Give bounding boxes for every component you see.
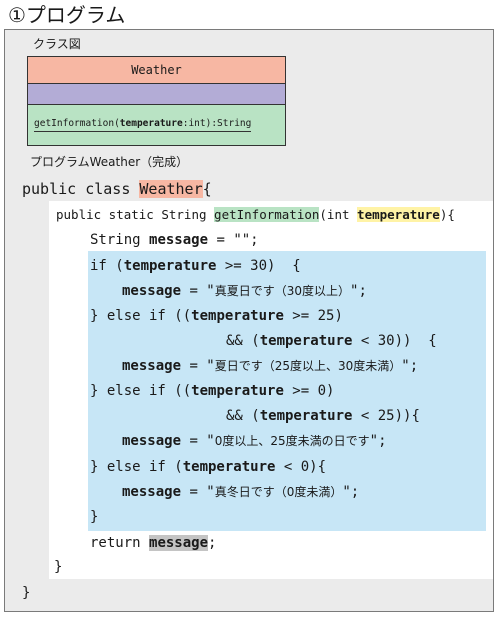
code-line-decl: String message = "";: [90, 232, 259, 248]
code-line-assign4: message = "真冬日です（0度未満）";: [122, 484, 360, 500]
code-line-return: return message;: [90, 535, 217, 551]
class-name-highlight: Weather: [139, 180, 203, 198]
code-line-close-class: }: [22, 585, 31, 601]
operation-signature: getInformation(temperature:int):String: [34, 117, 252, 132]
class-attributes: [28, 84, 285, 105]
program-label: プログラムWeather（完成）: [30, 155, 189, 169]
class-declaration: public class Weather{: [22, 180, 212, 198]
code-line-assign3: message = "0度以上、25度未満の日です";: [122, 433, 387, 449]
page-title: ①プログラム: [8, 3, 126, 27]
code-line-and3: && (temperature < 25)){: [226, 408, 420, 424]
code-line-if1: if (temperature >= 30) {: [90, 258, 301, 274]
code-line-else4: } else if (temperature < 0){: [90, 459, 327, 475]
class-diagram: Weather getInformation(temperature:int):…: [27, 56, 286, 146]
code-line-assign1: message = "真夏日です（30度以上）";: [122, 283, 367, 299]
class-name: Weather: [28, 57, 285, 84]
code-line-else2: } else if ((temperature >= 25): [90, 308, 343, 324]
code-line-assign2: message = "夏日です（25度以上、30度未満）";: [122, 358, 419, 374]
param-highlight: temperature: [357, 207, 440, 222]
class-operations: getInformation(temperature:int):String: [28, 105, 285, 145]
return-value-highlight: message: [149, 535, 209, 551]
method-name-highlight: getInformation: [214, 207, 320, 222]
code-line-close-method: }: [54, 559, 63, 575]
method-signature: public static String getInformation(int …: [56, 207, 455, 222]
code-line-else3: } else if ((temperature >= 0): [90, 383, 335, 399]
code-line-and2: && (temperature < 30)) {: [226, 333, 437, 349]
code-line-close-if: }: [90, 509, 99, 525]
class-diagram-label: クラス図: [33, 37, 81, 51]
